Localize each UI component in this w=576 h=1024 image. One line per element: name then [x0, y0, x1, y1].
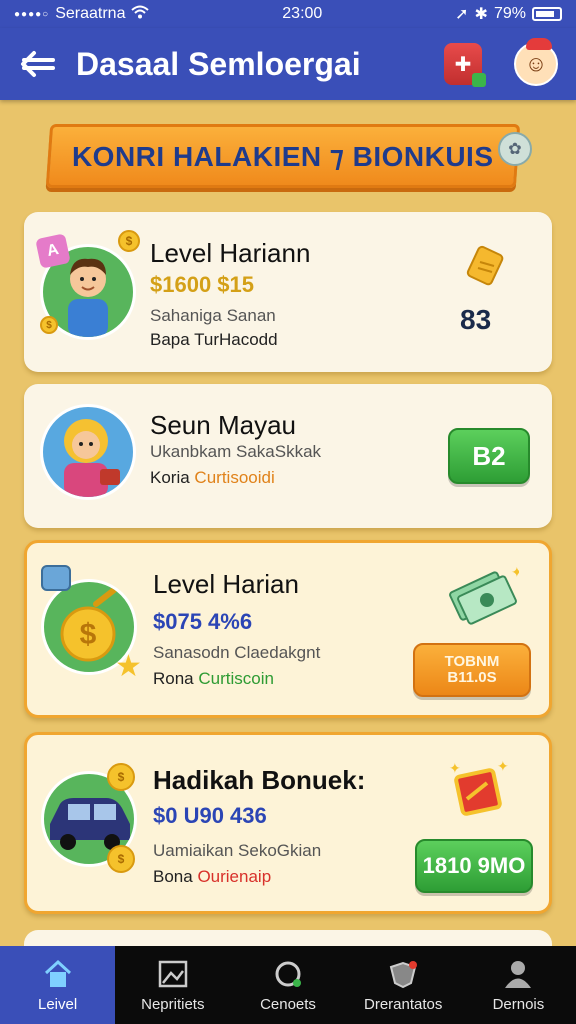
nav-item-cenoets[interactable]: Cenoets [230, 946, 345, 1024]
bonus-accent: Curtiscoin [198, 669, 274, 688]
svg-text:✦: ✦ [449, 760, 461, 776]
banner-text: KONRI HALAKIEN ⁊ BIONKUIS [72, 140, 494, 172]
refresh-icon [271, 958, 305, 990]
app-bar: Dasaal Semloergai ✚ ☺ [0, 28, 576, 100]
nav-label: Nepritiets [141, 995, 205, 1013]
nav-label: Drerantatos [364, 995, 443, 1013]
bonus-prefix: Koria [150, 468, 195, 487]
avatar-face-icon: ☺ [524, 51, 548, 76]
back-arrow-icon [21, 51, 55, 77]
gamepad-icon: ✿ [498, 132, 532, 166]
svg-text:✦: ✦ [497, 759, 509, 774]
card-bonus: Koria Curtisooidi [150, 468, 275, 488]
image-icon [156, 958, 190, 990]
bonus-accent: TurHacodd [194, 330, 278, 349]
page-title: Dasaal Semloergai [76, 45, 361, 82]
battery-icon [531, 7, 562, 21]
bonus-accent: Curtisooidi [194, 468, 275, 487]
claim-button[interactable]: 1810 9MO [415, 839, 533, 893]
card-title: Level Hariann [150, 238, 311, 268]
person-icon [501, 958, 535, 990]
button-line-1: TOBNM [444, 652, 500, 670]
reward-card-bonus[interactable]: $ $ Hadikah Bonuek: $0 U90 436 Uamiaikan… [24, 732, 552, 914]
coin-icon: $ [107, 763, 135, 791]
wifi-icon [131, 5, 150, 24]
card-title: Seun Mayau [150, 410, 296, 440]
claim-button[interactable]: TOBNM B11.0S [413, 643, 531, 697]
claim-button[interactable]: B2 [448, 428, 530, 484]
card-amount: $075 4%6 [153, 609, 253, 634]
bonus-prefix: Bapa [150, 330, 195, 349]
nav-item-level[interactable]: Leivel [0, 946, 116, 1024]
bottom-nav: Leivel Nepritiets Cenoets Drerantatos De… [0, 946, 576, 1024]
nav-item-drerantatos[interactable]: Drerantatos [346, 946, 461, 1024]
camera-icon [41, 565, 71, 591]
reward-card-daily[interactable]: $ $ A Level Hariann $1600 $15 Sahaniga S… [24, 212, 552, 372]
bonus-banner: KONRI HALAKIEN ⁊ BIONKUIS ✿ [42, 120, 532, 192]
home-icon [41, 958, 75, 990]
star-icon: ★ [115, 650, 142, 683]
gift-box-icon: ✦ ✦ [447, 759, 509, 821]
clock: 23:00 [282, 5, 323, 22]
status-bar: ●●●●○ Seraatrna 23:00 ➚ ✱ 79% [0, 0, 576, 28]
bonus-prefix: Rona [153, 669, 199, 688]
location-icon: ➚ [455, 6, 469, 23]
card-bonus: Rona Curtiscoin [153, 669, 274, 689]
bluetooth-icon: ✱ [474, 6, 488, 23]
avatar[interactable]: ☺ [514, 38, 558, 86]
banner-ribbon: KONRI HALAKIEN ⁊ BIONKUIS [45, 124, 521, 188]
card-subtitle: Sanasodn Claedakgnt [153, 643, 321, 662]
card-amount: $1600 $15 [150, 272, 254, 297]
nav-label: Cenoets [260, 995, 316, 1013]
coin-icon: $ [40, 316, 58, 334]
nav-item-dernois[interactable]: Dernois [461, 946, 576, 1024]
reward-card-level[interactable]: $ ★ Level Harian $075 4%6 Sanasodn Claed… [24, 540, 552, 718]
svg-text:$: $ [80, 618, 97, 651]
card-bonus: Bona Ourienaip [153, 867, 271, 887]
nav-label: Dernois [492, 995, 545, 1013]
card-subtitle: Ukanbkam SakaSkkak [150, 442, 322, 461]
cash-stack-icon: ✦ [447, 567, 519, 625]
card-badge: 83 [460, 304, 492, 335]
battery-percent: 79% [493, 5, 526, 22]
gift-button[interactable]: ✚ [444, 43, 486, 87]
ticket-icon [464, 244, 508, 288]
dice-icon: A [35, 233, 71, 269]
card-title: Level Harian [153, 569, 299, 599]
bonus-prefix: Bona [153, 867, 198, 886]
card-amount: $0 U90 436 [153, 803, 267, 828]
button-line-2: B11.0S [447, 669, 497, 686]
card-subtitle: Uamiaikan SekoGkian [153, 841, 322, 860]
card-title: Hadikah Bonuek: [153, 765, 366, 795]
card-subtitle: Sahaniga Sanan [150, 306, 276, 325]
signal-icon: ●●●●○ [14, 8, 50, 20]
back-button[interactable] [18, 44, 58, 84]
shield-icon [386, 958, 420, 990]
bonus-accent: Ourienaip [197, 867, 272, 886]
gift-icon: ✚ [454, 53, 472, 76]
girl-character-icon [40, 404, 136, 500]
status-right: ➚ ✱ 79% [455, 4, 562, 24]
nav-label: Leivel [38, 995, 78, 1013]
carrier-label: Seraatrna [55, 5, 126, 22]
status-left: ●●●●○ Seraatrna [14, 5, 150, 24]
nav-item-images[interactable]: Nepritiets [115, 946, 230, 1024]
card-bonus: Bapa TurHacodd [150, 330, 278, 350]
coin-icon: $ [118, 230, 140, 252]
reward-card-weekly[interactable]: Seun Mayau Ukanbkam SakaSkkak Koria Curt… [24, 384, 552, 528]
svg-text:✦: ✦ [511, 567, 519, 580]
coin-icon: $ [107, 845, 135, 873]
